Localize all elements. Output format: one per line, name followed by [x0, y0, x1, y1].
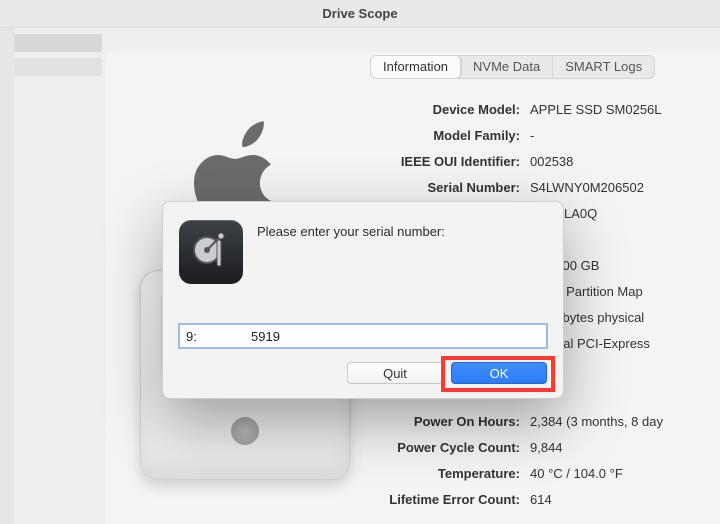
info-value: 2,384 (3 months, 8 day: [530, 414, 706, 429]
info-row: Serial Number:S4LWNY0M206502: [370, 174, 706, 200]
info-value: 40 °C / 104.0 °F: [530, 466, 706, 481]
button-label: Quit: [383, 366, 407, 381]
tab-label: NVMe Data: [473, 59, 540, 74]
info-value: -: [530, 128, 706, 143]
info-key: IEEE OUI Identifier:: [370, 154, 530, 169]
tab-smart-logs[interactable]: SMART Logs: [553, 56, 654, 78]
ok-button[interactable]: OK: [451, 362, 547, 384]
tab-information[interactable]: Information: [371, 56, 461, 78]
quit-button[interactable]: Quit: [347, 362, 443, 384]
info-row: IEEE OUI Identifier:002538: [370, 148, 706, 174]
window-title: Drive Scope: [322, 6, 397, 21]
app-icon: [179, 220, 243, 284]
button-label: OK: [490, 366, 509, 381]
tab-nvme-data[interactable]: NVMe Data: [461, 56, 553, 78]
sidebar-item[interactable]: [14, 34, 102, 52]
info-key: Model Family:: [370, 128, 530, 143]
serial-input[interactable]: [179, 324, 547, 348]
window-titlebar: Drive Scope: [0, 0, 720, 28]
info-key: Power Cycle Count:: [370, 440, 530, 455]
info-key: Serial Number:: [370, 180, 530, 195]
sidebar: [14, 28, 106, 524]
sidebar-item[interactable]: [14, 58, 102, 76]
info-key: Temperature:: [370, 466, 530, 481]
info-value: 9,844: [530, 440, 706, 455]
info-value: S4LWNY0M206502: [530, 180, 706, 195]
info-row: Power On Hours:2,384 (3 months, 8 day: [370, 408, 706, 434]
window-left-edge: [0, 28, 14, 524]
dialog-prompt: Please enter your serial number:: [257, 220, 445, 239]
tab-label: Information: [383, 59, 448, 74]
info-row: Model Family:-: [370, 122, 706, 148]
info-row: Temperature:40 °C / 104.0 °F: [370, 460, 706, 486]
info-row: Device Model:APPLE SSD SM0256L: [370, 96, 706, 122]
info-key: Lifetime Error Count:: [370, 492, 530, 507]
info-value: 614: [530, 492, 706, 507]
info-key: Device Model:: [370, 102, 530, 117]
info-key: Power On Hours:: [370, 414, 530, 429]
serial-dialog: Please enter your serial number: Quit OK: [162, 201, 564, 399]
tab-bar: Information NVMe Data SMART Logs: [370, 55, 655, 79]
info-row: Power Cycle Count:9,844: [370, 434, 706, 460]
info-value: APPLE SSD SM0256L: [530, 102, 706, 117]
tab-label: SMART Logs: [565, 59, 642, 74]
info-value: 002538: [530, 154, 706, 169]
info-row: Lifetime Error Count:614: [370, 486, 706, 512]
